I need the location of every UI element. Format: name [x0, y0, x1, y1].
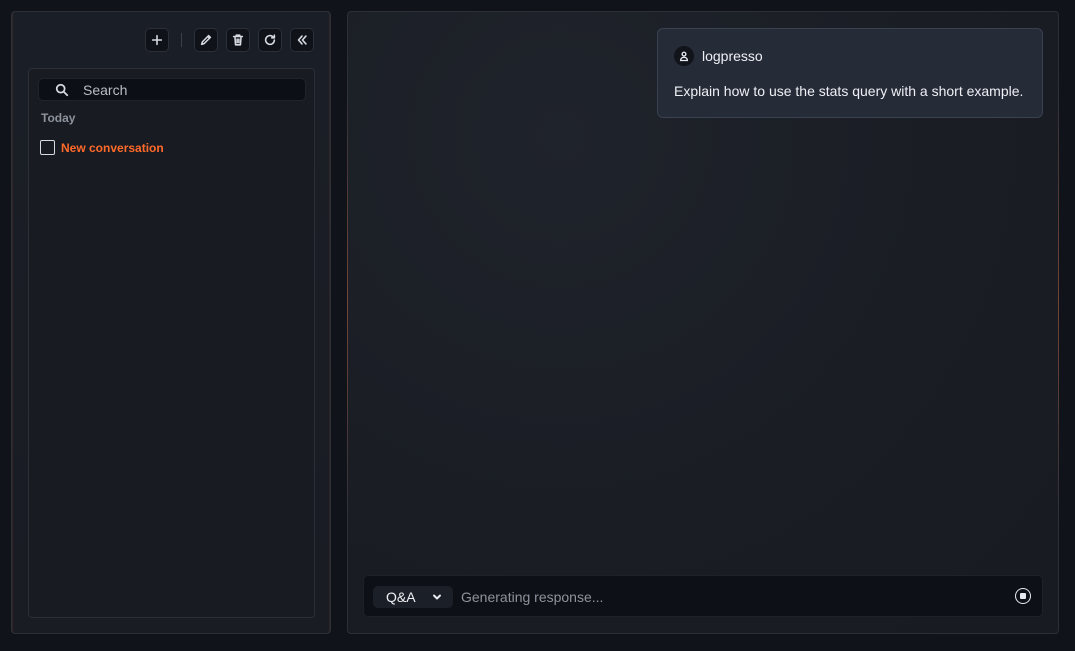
message-text: Explain how to use the stats query with …: [674, 83, 1024, 99]
message-input[interactable]: [461, 587, 981, 607]
conversation-history-panel: Today New conversation: [28, 68, 315, 618]
conversation-checkbox[interactable]: [40, 140, 55, 155]
conversation-list-item[interactable]: New conversation: [40, 140, 164, 155]
plus-icon: [151, 34, 163, 46]
mode-select[interactable]: Q&A: [373, 586, 453, 608]
stop-generation-button[interactable]: [1015, 588, 1031, 604]
trash-icon: [232, 34, 244, 46]
mode-select-value: Q&A: [386, 589, 416, 605]
chevron-down-icon: [433, 594, 441, 600]
refresh-button[interactable]: [258, 28, 282, 52]
stop-icon: [1020, 593, 1026, 599]
message-composer: Q&A: [363, 575, 1043, 617]
user-icon: [679, 51, 689, 62]
conversation-sidebar: Today New conversation: [11, 11, 331, 634]
chat-panel: logpresso Explain how to use the stats q…: [347, 11, 1059, 634]
new-conversation-button[interactable]: [145, 28, 169, 52]
search-box: [38, 78, 306, 101]
refresh-icon: [264, 34, 276, 46]
double-chevron-left-icon: [297, 35, 307, 45]
sidebar-toolbar: [145, 28, 314, 52]
conversation-title: New conversation: [61, 140, 164, 155]
toolbar-divider: [181, 33, 182, 47]
message-author: logpresso: [702, 48, 763, 64]
avatar: [674, 46, 694, 66]
collapse-sidebar-button[interactable]: [290, 28, 314, 52]
pencil-icon: [200, 34, 212, 46]
history-group-label: Today: [41, 111, 76, 125]
user-message-bubble: logpresso Explain how to use the stats q…: [657, 28, 1043, 118]
search-input[interactable]: [83, 81, 283, 98]
message-author-row: logpresso: [674, 46, 763, 66]
search-icon: [55, 83, 69, 96]
edit-button[interactable]: [194, 28, 218, 52]
delete-button[interactable]: [226, 28, 250, 52]
